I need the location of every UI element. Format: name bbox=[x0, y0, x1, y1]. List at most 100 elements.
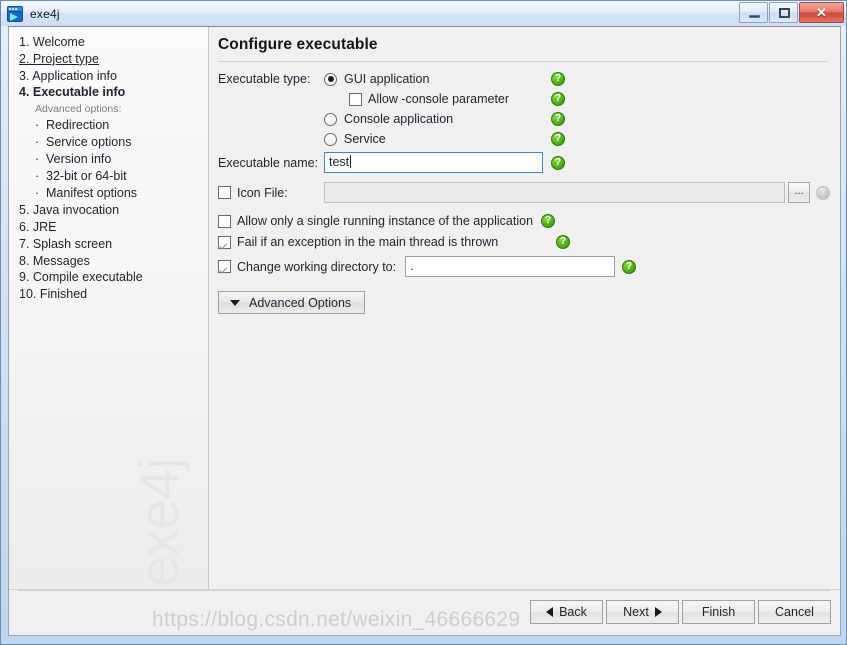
row-console-application: Console application ? bbox=[218, 112, 830, 126]
text-caret bbox=[350, 155, 352, 168]
icon-file-label: Icon File: bbox=[237, 185, 288, 200]
fail-on-exception-label: Fail if an exception in the main thread … bbox=[237, 235, 499, 249]
help-console-application[interactable]: ? bbox=[551, 112, 565, 126]
title-divider bbox=[218, 61, 828, 62]
executable-name-value: test bbox=[329, 155, 350, 169]
close-icon: ✕ bbox=[816, 5, 827, 20]
maximize-button[interactable] bbox=[769, 2, 798, 23]
window-controls: ✕ bbox=[738, 2, 844, 23]
wizard-steps-sidebar: 1. Welcome 2. Project type 3. Applicatio… bbox=[9, 27, 209, 589]
triangle-left-icon bbox=[546, 607, 554, 617]
window-title: exe4j bbox=[30, 6, 60, 21]
sidebar-sub-label: 32-bit or 64-bit bbox=[46, 169, 127, 184]
finish-button[interactable]: Finish bbox=[682, 600, 755, 624]
checkbox-allow-console-parameter-label: Allow -console parameter bbox=[368, 92, 510, 106]
row-fail-on-exception: Fail if an exception in the main thread … bbox=[218, 235, 830, 249]
sidebar-item-finished[interactable]: 10. Finished bbox=[17, 286, 208, 303]
sidebar-advanced-options-header: Advanced options: bbox=[35, 103, 122, 116]
screenshot-root: exe4j ✕ 1. Welcome 2. Project type 3. Ap… bbox=[0, 0, 847, 645]
sidebar-item-version-info[interactable]: · Version info bbox=[17, 151, 208, 168]
maximize-icon bbox=[779, 8, 790, 18]
sidebar-sub-label: Redirection bbox=[46, 118, 110, 133]
executable-name-label: Executable name: bbox=[218, 155, 319, 170]
working-directory-value: . bbox=[410, 259, 414, 273]
back-button-label: Back bbox=[559, 605, 587, 619]
row-executable-name: Executable name: test ? bbox=[218, 152, 830, 173]
sidebar-item-project-type[interactable]: 2. Project type bbox=[17, 51, 208, 68]
radio-gui-application-label: GUI application bbox=[344, 72, 430, 86]
executable-name-input[interactable]: test bbox=[324, 152, 543, 173]
cancel-button[interactable]: Cancel bbox=[758, 600, 831, 624]
executable-type-label: Executable type: bbox=[218, 72, 311, 86]
sidebar-item-service-options[interactable]: · Service options bbox=[17, 134, 208, 151]
row-allow-console-parameter: Allow -console parameter ? bbox=[218, 92, 830, 106]
sidebar-item-jre[interactable]: 6. JRE bbox=[17, 219, 208, 236]
advanced-options-button[interactable]: Advanced Options bbox=[218, 291, 366, 314]
working-directory-input[interactable]: . bbox=[405, 256, 616, 277]
checkbox-single-instance[interactable] bbox=[218, 214, 231, 228]
row-single-instance: Allow only a single running instance of … bbox=[218, 214, 830, 228]
checkbox-allow-console-parameter[interactable] bbox=[349, 92, 362, 106]
exe4j-window: exe4j ✕ 1. Welcome 2. Project type 3. Ap… bbox=[0, 0, 847, 645]
exe4j-watermark-logo: exe4j bbox=[127, 458, 190, 587]
help-fail-on-exception[interactable]: ? bbox=[556, 235, 570, 249]
checkbox-change-working-directory[interactable] bbox=[218, 260, 231, 273]
sidebar-sub-label: Version info bbox=[46, 152, 112, 167]
help-service[interactable]: ? bbox=[551, 132, 565, 146]
back-button[interactable]: Back bbox=[530, 600, 603, 624]
dialog-body: 1. Welcome 2. Project type 3. Applicatio… bbox=[9, 27, 840, 589]
icon-file-browse-button[interactable]: ... bbox=[788, 182, 810, 203]
page-title: Configure executable bbox=[218, 36, 378, 53]
sidebar-sub-label: Manifest options bbox=[46, 186, 138, 201]
checkbox-fail-on-exception[interactable] bbox=[218, 235, 231, 249]
sidebar-item-executable-info[interactable]: 4. Executable info bbox=[17, 84, 208, 101]
help-gui-application[interactable]: ? bbox=[551, 72, 565, 86]
next-button[interactable]: Next bbox=[606, 600, 679, 624]
bullet-icon: · bbox=[35, 186, 40, 201]
sidebar-item-manifest-options[interactable]: · Manifest options bbox=[17, 185, 208, 202]
wizard-navigation-buttons: Back Next Finish Cancel bbox=[530, 600, 831, 624]
bullet-icon: · bbox=[35, 135, 40, 150]
sidebar-item-redirection[interactable]: · Redirection bbox=[17, 117, 208, 134]
bullet-icon: · bbox=[35, 118, 40, 133]
radio-service[interactable] bbox=[324, 132, 337, 146]
footer-divider bbox=[18, 590, 830, 591]
row-service: Service ? bbox=[218, 132, 830, 146]
main-content-panel: Configure executable Executable type: GU… bbox=[209, 27, 840, 589]
radio-console-application-label: Console application bbox=[344, 112, 454, 126]
help-executable-name[interactable]: ? bbox=[551, 155, 565, 170]
radio-gui-application[interactable] bbox=[324, 72, 337, 86]
row-change-working-directory: Change working directory to: . ? bbox=[218, 256, 830, 277]
sidebar-item-application-info[interactable]: 3. Application info bbox=[17, 68, 208, 85]
row-gui-application: Executable type: GUI application ? bbox=[218, 72, 830, 86]
next-button-label: Next bbox=[623, 605, 649, 619]
sidebar-item-splash-screen[interactable]: 7. Splash screen bbox=[17, 236, 208, 253]
row-icon-file: Icon File: ... ? bbox=[218, 182, 830, 203]
radio-service-label: Service bbox=[344, 132, 386, 146]
help-change-working-directory[interactable]: ? bbox=[622, 259, 637, 274]
single-instance-label: Allow only a single running instance of … bbox=[237, 214, 534, 228]
sidebar-item-messages[interactable]: 8. Messages bbox=[17, 253, 208, 270]
change-working-directory-label: Change working directory to: bbox=[237, 259, 397, 274]
window-titlebar[interactable]: exe4j ✕ bbox=[1, 1, 846, 26]
sidebar-item-welcome[interactable]: 1. Welcome bbox=[17, 34, 208, 51]
exe4j-app-icon bbox=[7, 5, 23, 22]
sidebar-item-32-bit-or-64-bit[interactable]: · 32-bit or 64-bit bbox=[17, 168, 208, 185]
cancel-button-label: Cancel bbox=[775, 605, 814, 619]
icon-file-input[interactable] bbox=[324, 182, 786, 203]
minimize-icon bbox=[749, 15, 760, 18]
checkbox-icon-file[interactable] bbox=[218, 186, 231, 199]
advanced-options-label: Advanced Options bbox=[249, 295, 352, 310]
finish-button-label: Finish bbox=[701, 605, 736, 619]
row-advanced-options: Advanced Options bbox=[218, 291, 830, 314]
dialog-client-area: 1. Welcome 2. Project type 3. Applicatio… bbox=[8, 26, 841, 636]
chevron-down-icon bbox=[230, 299, 240, 306]
minimize-button[interactable] bbox=[739, 2, 768, 23]
help-single-instance[interactable]: ? bbox=[541, 214, 556, 228]
close-button[interactable]: ✕ bbox=[799, 2, 844, 23]
bullet-icon: · bbox=[35, 152, 40, 167]
help-allow-console-parameter[interactable]: ? bbox=[551, 92, 565, 106]
radio-console-application[interactable] bbox=[324, 112, 337, 126]
sidebar-item-java-invocation[interactable]: 5. Java invocation bbox=[17, 202, 208, 219]
sidebar-item-compile-executable[interactable]: 9. Compile executable bbox=[17, 269, 208, 286]
